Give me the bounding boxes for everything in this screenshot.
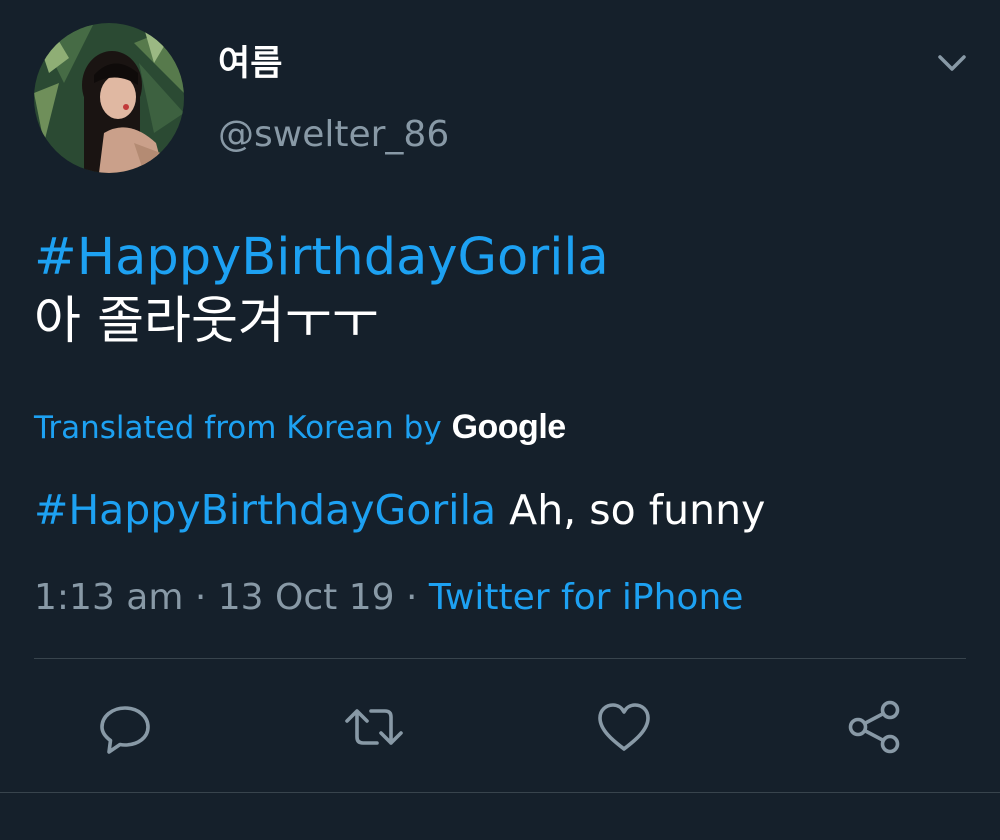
translated-label: Translated from Korean by <box>34 410 442 446</box>
hashtag-link[interactable]: #HappyBirthdayGorila <box>34 228 609 287</box>
chevron-down-icon[interactable] <box>932 48 972 78</box>
translation-attribution: Translated from Korean by Google <box>34 404 566 451</box>
translated-hashtag-link[interactable]: #HappyBirthdayGorila <box>34 486 496 534</box>
heart-icon[interactable] <box>594 697 654 757</box>
meta-separator: · <box>183 577 218 618</box>
retweet-icon[interactable] <box>344 697 404 757</box>
tweet-body: 아 졸라웃겨ㅜㅜ <box>34 292 379 351</box>
tweet-time: 1:13 am <box>34 577 184 618</box>
tweet-source-link[interactable]: Twitter for iPhone <box>429 577 744 618</box>
tweet-date: 13 Oct 19 <box>217 577 395 618</box>
tweet-text: #HappyBirthdayGorila 아 졸라웃겨ㅜㅜ <box>34 226 974 354</box>
translated-body: Ah, so funny <box>509 486 766 534</box>
tweet-meta: 1:13 am · 13 Oct 19 · Twitter for iPhone <box>34 572 743 624</box>
share-icon[interactable] <box>845 697 905 757</box>
avatar[interactable] <box>34 23 184 173</box>
user-handle[interactable]: @swelter_86 <box>218 112 449 158</box>
translated-text: #HappyBirthdayGorila Ah, so funny <box>34 482 765 538</box>
divider <box>0 792 1000 793</box>
divider <box>34 658 966 659</box>
reply-icon[interactable] <box>95 697 155 757</box>
display-name[interactable]: 여름 <box>218 42 282 86</box>
tweet-detail: 여름 @swelter_86 #HappyBirthdayGorila 아 졸라… <box>0 0 1000 840</box>
google-logo: Google <box>451 408 567 446</box>
meta-separator: · <box>394 577 429 618</box>
